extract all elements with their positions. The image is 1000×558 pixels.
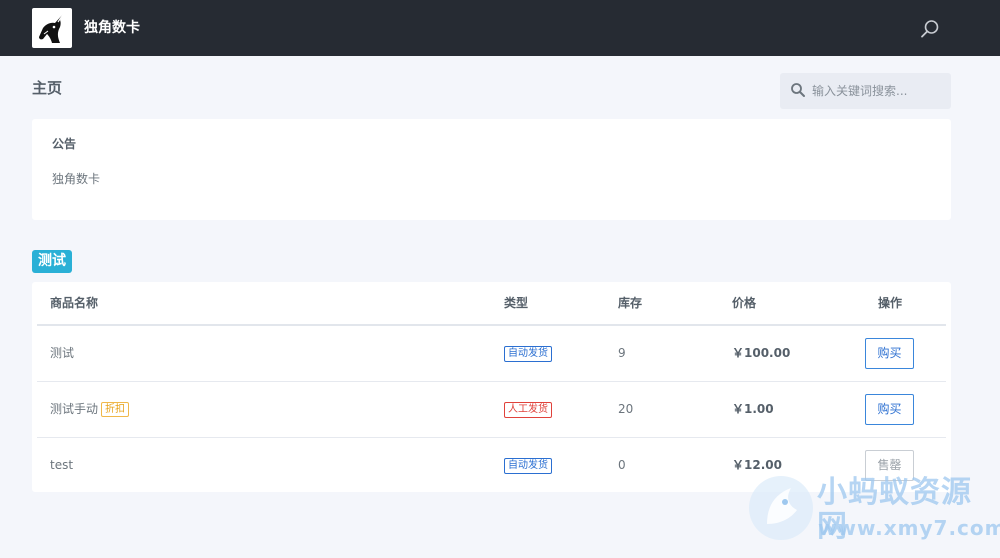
column-header-action: 操作 — [878, 296, 903, 310]
notice-title: 公告 — [52, 137, 77, 151]
table-row: 测试手动 折扣 人工发货 20 ￥1.00 购买 — [37, 381, 946, 437]
table-row: 测试 自动发货 9 ￥100.00 购买 — [37, 324, 946, 380]
price-value: ￥12.00 — [732, 458, 782, 472]
column-header-price: 价格 — [732, 296, 757, 310]
column-header-type: 类型 — [504, 296, 529, 310]
search-icon — [790, 82, 806, 98]
sold-out-button: 售罄 — [865, 450, 914, 481]
table-row: test 自动发货 0 ￥12.00 售罄 — [37, 437, 946, 493]
stock-value: 9 — [618, 346, 626, 360]
search-icon[interactable] — [919, 18, 941, 40]
price-value: ￥1.00 — [732, 402, 774, 416]
delivery-type-tag: 人工发货 — [504, 402, 552, 418]
buy-button[interactable]: 购买 — [865, 338, 914, 369]
top-navbar: 独角数卡 — [0, 0, 1000, 56]
buy-button[interactable]: 购买 — [865, 394, 914, 425]
page-title: 主页 — [32, 79, 63, 97]
product-name[interactable]: test — [50, 457, 73, 473]
search-input[interactable] — [812, 73, 946, 109]
notice-body: 独角数卡 — [52, 172, 101, 186]
brand-name[interactable]: 独角数卡 — [84, 18, 140, 38]
delivery-type-tag: 自动发货 — [504, 346, 552, 362]
category-badge: 测试 — [32, 250, 72, 273]
column-header-name: 商品名称 — [50, 296, 99, 310]
product-table: 商品名称 类型 库存 价格 操作 测试 自动发货 9 ￥100.00 购买 测试… — [32, 282, 951, 492]
column-header-stock: 库存 — [618, 296, 643, 310]
search-box[interactable] — [780, 73, 951, 109]
price-value: ￥100.00 — [732, 346, 791, 360]
unicorn-logo-icon — [35, 11, 69, 45]
watermark-url: www.xmy7.com — [818, 516, 1000, 540]
product-name[interactable]: 测试 — [50, 345, 74, 361]
notice-card: 公告 独角数卡 — [32, 119, 951, 220]
unicorn-logo[interactable] — [32, 8, 72, 48]
delivery-type-tag: 自动发货 — [504, 458, 552, 474]
discount-tag: 折扣 — [101, 402, 130, 417]
stock-value: 0 — [618, 458, 626, 472]
stock-value: 20 — [618, 402, 634, 416]
product-name[interactable]: 测试手动 折扣 — [50, 401, 130, 417]
